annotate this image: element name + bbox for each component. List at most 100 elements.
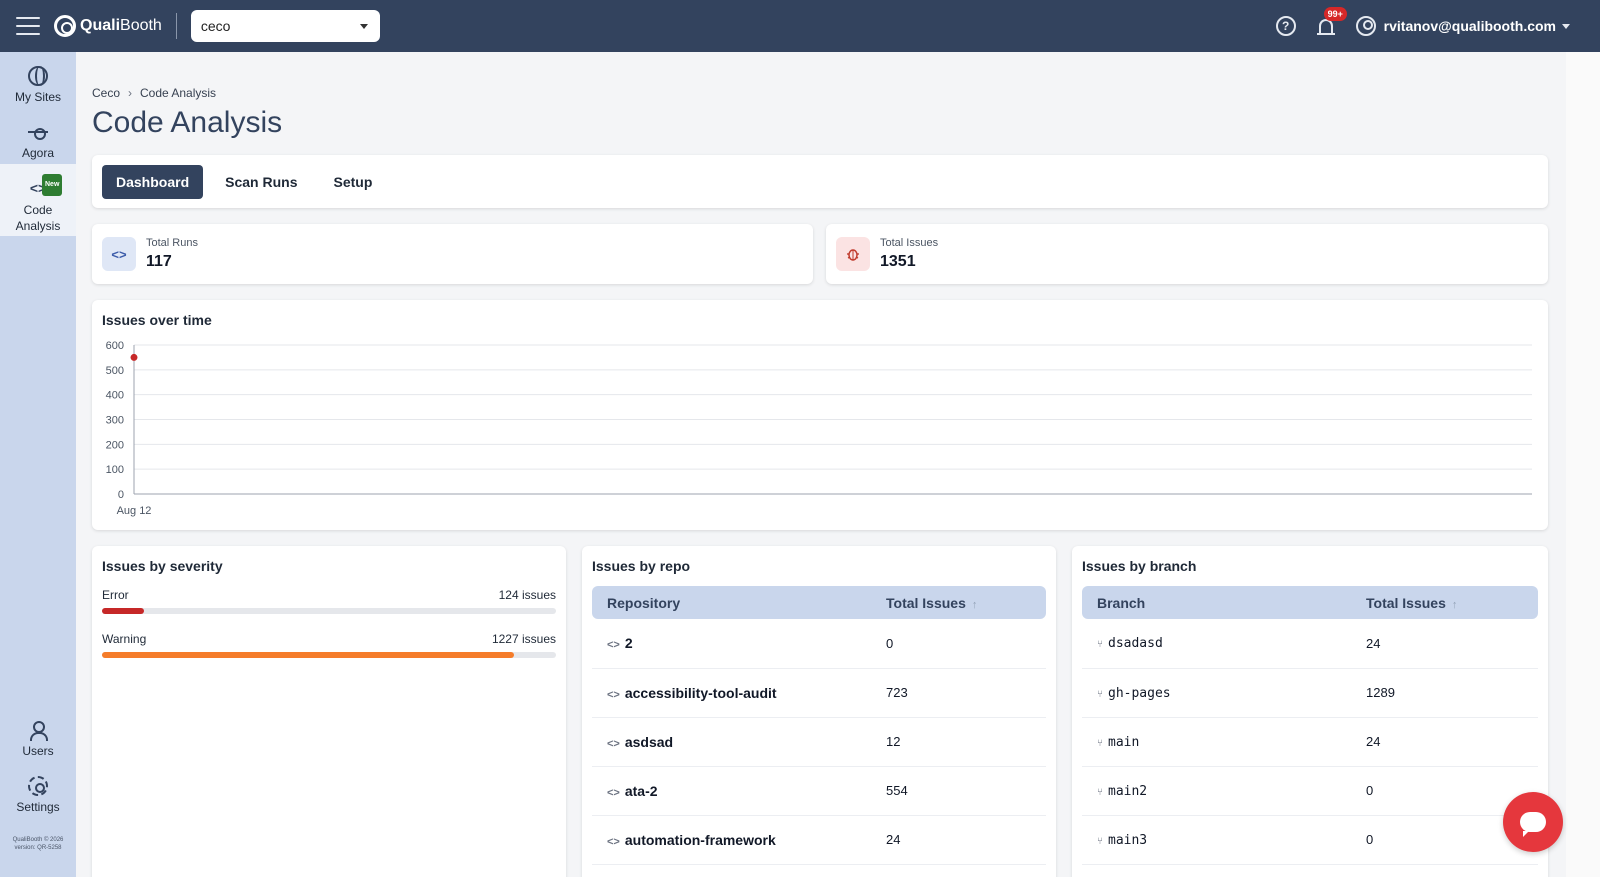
sidebar-item-label: Code Analysis bbox=[15, 203, 61, 233]
y-tick-label: 100 bbox=[106, 464, 124, 476]
repo-name[interactable]: asdsad bbox=[625, 734, 673, 750]
branch-name[interactable]: gh-pages bbox=[1108, 686, 1171, 701]
repo-cell: <> accessibility-tool-audit bbox=[592, 668, 871, 718]
y-tick-label: 200 bbox=[106, 439, 124, 451]
sidebar-item-label: My Sites bbox=[14, 90, 61, 104]
branch-name[interactable]: dsadasd bbox=[1108, 636, 1163, 651]
severity-label: Warning bbox=[102, 632, 147, 646]
sort-up-icon[interactable]: ↑ bbox=[1452, 599, 1458, 611]
tab-dashboard[interactable]: Dashboard bbox=[102, 164, 204, 199]
notifications-button[interactable]: 99+ bbox=[1316, 7, 1347, 36]
issues-by-severity-card: Issues by severity Error 124 issues Warni… bbox=[92, 546, 566, 877]
code-icon: <> bbox=[102, 237, 136, 271]
repo-name[interactable]: ata-2 bbox=[625, 783, 658, 799]
sidebar-item-agora[interactable]: Agora bbox=[0, 108, 76, 164]
column-header-repository[interactable]: Repository bbox=[592, 586, 871, 619]
issues-by-repo-card: Issues by repo Repository Total Issues ↑ … bbox=[582, 546, 1056, 877]
stat-label: Total Issues bbox=[880, 237, 939, 249]
bug-icon bbox=[836, 237, 870, 271]
sidebar-item-code-analysis[interactable]: <> New Code Analysis bbox=[0, 164, 76, 236]
tab-setup[interactable]: Setup bbox=[319, 165, 386, 199]
card-title: Issues by branch bbox=[1082, 558, 1197, 574]
severity-bar-fill bbox=[102, 652, 515, 658]
chat-button[interactable] bbox=[1503, 792, 1563, 852]
card-title: Issues by severity bbox=[102, 558, 223, 574]
breadcrumb-separator-icon: › bbox=[128, 86, 133, 100]
chart-data-point[interactable] bbox=[130, 353, 138, 361]
sort-up-icon[interactable]: ↑ bbox=[972, 599, 978, 611]
severity-bar-track bbox=[102, 608, 556, 614]
branch-icon: ⑂ bbox=[1097, 737, 1103, 749]
repo-name[interactable]: accessibility-tool-audit bbox=[625, 685, 777, 701]
branch-cell: ⑂ main bbox=[1082, 717, 1351, 767]
app-logo[interactable]: Quali Booth bbox=[54, 15, 162, 37]
branch-icon: ⑂ bbox=[1097, 688, 1103, 700]
table-row[interactable]: ⑂ gh-pages 1289 bbox=[1082, 668, 1538, 718]
y-tick-label: 600 bbox=[106, 340, 124, 352]
x-tick-label: Aug 12 bbox=[117, 505, 152, 517]
help-icon[interactable]: ? bbox=[1275, 16, 1296, 36]
repo-name[interactable]: automation-framework bbox=[625, 832, 776, 848]
branch-icon: ⑂ bbox=[1097, 786, 1103, 798]
table-row[interactable]: ⑂ main2 0 bbox=[1082, 766, 1538, 816]
repo-cell: <> 2 bbox=[592, 619, 871, 669]
gear-icon bbox=[28, 776, 48, 796]
table-row[interactable]: <> ata-2 554 bbox=[592, 766, 1046, 816]
total-issues-cell: 554 bbox=[871, 766, 1046, 816]
column-header-branch[interactable]: Branch bbox=[1082, 586, 1351, 619]
repo-cell: <> ata-2 bbox=[592, 766, 871, 816]
table-row[interactable]: <> accessibility-tool-audit 723 bbox=[592, 668, 1046, 718]
menu-icon[interactable] bbox=[16, 17, 40, 35]
logo-text-light: Booth bbox=[120, 17, 162, 34]
total-issues-cell: 24 bbox=[1351, 717, 1538, 767]
code-icon: <> bbox=[607, 737, 620, 750]
branch-icon: ⑂ bbox=[1097, 835, 1103, 847]
issues-by-branch-card: Issues by branch Branch Total Issues ↑ ⑂ d… bbox=[1072, 546, 1548, 877]
severity-bar-fill bbox=[102, 608, 144, 614]
page-title: Code Analysis bbox=[92, 106, 283, 139]
branch-cell: ⑂ gh-pages bbox=[1082, 668, 1351, 718]
sidebar: My Sites Agora <> New Code Analysis Users… bbox=[0, 52, 76, 877]
users-icon bbox=[28, 720, 48, 741]
breadcrumb-item-ceco[interactable]: Ceco bbox=[92, 86, 120, 100]
branch-cell: ⑂ main3 bbox=[1082, 815, 1351, 865]
user-avatar-icon[interactable] bbox=[1355, 16, 1376, 36]
branch-name[interactable]: main bbox=[1108, 735, 1139, 750]
issues-over-time-chart: 0 100 200 300 400 500 600 Aug 12 bbox=[106, 340, 1532, 517]
code-icon: <> bbox=[607, 786, 620, 799]
repo-cell: <> automation-framework bbox=[592, 815, 871, 865]
table-row[interactable]: <> automation-framework 24 bbox=[592, 815, 1046, 865]
severity-label: Error bbox=[102, 588, 129, 602]
table-row[interactable]: <> asdsad 12 bbox=[592, 717, 1046, 767]
page-scrollbar[interactable] bbox=[1566, 52, 1600, 877]
severity-bar-track bbox=[102, 652, 556, 658]
tab-scan-runs[interactable]: Scan Runs bbox=[211, 165, 311, 199]
sidebar-item-users[interactable]: Users bbox=[0, 706, 76, 762]
header-divider bbox=[175, 13, 177, 39]
chevron-down-icon[interactable] bbox=[1562, 23, 1570, 29]
user-menu[interactable]: rvitanov@qualibooth.com bbox=[1384, 18, 1556, 34]
top-bar: Quali Booth ceco ? 99+ rvitanov@qualiboot… bbox=[0, 0, 1600, 52]
column-header-total-issues[interactable]: Total Issues ↑ bbox=[1351, 586, 1538, 619]
repo-name[interactable]: 2 bbox=[625, 635, 633, 651]
branch-icon: ⑂ bbox=[1097, 639, 1103, 651]
severity-count: 124 issues bbox=[498, 588, 556, 602]
branch-name[interactable]: main2 bbox=[1108, 784, 1147, 799]
stat-label: Total Runs bbox=[146, 237, 198, 249]
issues-over-time-card: Issues over time 0 100 200 300 400 500 600 Aug … bbox=[92, 300, 1548, 530]
sidebar-item-label: Settings bbox=[16, 800, 60, 814]
bell-icon bbox=[1316, 19, 1335, 35]
table-row[interactable]: ⑂ main3 0 bbox=[1082, 815, 1538, 865]
table-row[interactable]: <> 2 0 bbox=[592, 619, 1046, 669]
branch-name[interactable]: main3 bbox=[1108, 833, 1147, 848]
chevron-down-icon bbox=[359, 23, 368, 29]
site-select[interactable]: ceco bbox=[190, 10, 380, 42]
sidebar-item-my-sites[interactable]: My Sites bbox=[0, 52, 76, 108]
y-tick-label: 400 bbox=[106, 390, 124, 402]
column-header-total-issues[interactable]: Total Issues ↑ bbox=[871, 586, 1046, 619]
table-row[interactable]: ⑂ main 24 bbox=[1082, 717, 1538, 767]
sidebar-item-settings[interactable]: Settings bbox=[0, 762, 76, 818]
table-row[interactable]: ⑂ dsadasd 24 bbox=[1082, 619, 1538, 669]
total-issues-cell: 12 bbox=[871, 717, 1046, 767]
branch-table: Branch Total Issues ↑ ⑂ dsadasd 24 ⑂ gh-pages… bbox=[1082, 586, 1538, 865]
